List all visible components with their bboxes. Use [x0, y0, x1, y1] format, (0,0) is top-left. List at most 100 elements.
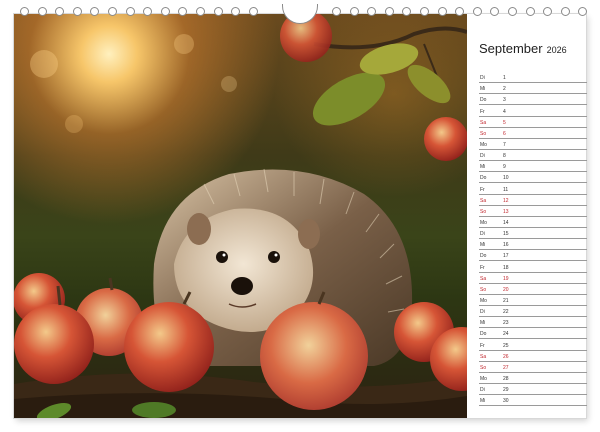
- day-number: 23: [503, 320, 509, 327]
- day-of-week: Di: [480, 309, 485, 316]
- day-row: So 13: [479, 206, 587, 217]
- day-number: 8: [503, 153, 506, 160]
- day-row: So 27: [479, 362, 587, 373]
- day-row: Mi 9: [479, 161, 587, 173]
- calendar-header: September 2026: [479, 40, 567, 58]
- day-row: Sa 19: [479, 273, 587, 284]
- day-of-week: So: [480, 364, 487, 371]
- day-number: 30: [503, 398, 509, 405]
- binding-hole: [473, 7, 482, 16]
- day-of-week: Mo: [480, 375, 487, 382]
- day-of-week: Do: [480, 253, 487, 260]
- day-of-week: Mo: [480, 141, 487, 148]
- binding-hole: [38, 7, 47, 16]
- year-label: 2026: [546, 45, 567, 55]
- day-row: Do 3: [479, 94, 587, 106]
- day-number: 24: [503, 331, 509, 338]
- photo-illustration: [14, 14, 467, 418]
- binding-hole: [196, 7, 205, 16]
- spiral-binding: [0, 0, 600, 24]
- day-number: 25: [503, 342, 509, 349]
- day-of-week: Di: [480, 387, 485, 394]
- day-row: Mo 7: [479, 139, 587, 150]
- binding-hole: [20, 7, 29, 16]
- day-row: Mo 28: [479, 373, 587, 384]
- day-of-week: Do: [480, 97, 487, 104]
- binding-hole: [332, 7, 341, 16]
- day-row: Mi 2: [479, 83, 587, 95]
- day-of-week: Mo: [480, 297, 487, 304]
- day-number: 3: [503, 97, 506, 104]
- day-of-week: Di: [480, 75, 485, 82]
- day-row: Di 8: [479, 150, 587, 162]
- day-of-week: Di: [480, 153, 485, 160]
- day-row: Mo 21: [479, 295, 587, 306]
- calendar-page: September 2026 Di 1 Mi 2 Do 3 Fr 4 Sa 5 So 6 Mo 7 Di 8 Mi…: [14, 14, 587, 418]
- binding-hole: [214, 7, 223, 16]
- binding-hole: [178, 7, 187, 16]
- day-row: Fr 25: [479, 339, 587, 351]
- day-of-week: So: [480, 286, 487, 293]
- binding-hole: [231, 7, 240, 16]
- binding-hole: [350, 7, 359, 16]
- day-of-week: Sa: [480, 119, 487, 126]
- day-row: So 6: [479, 128, 587, 139]
- day-number: 2: [503, 86, 506, 93]
- day-number: 28: [503, 375, 509, 382]
- day-number: 12: [503, 197, 509, 204]
- binding-hole: [385, 7, 394, 16]
- day-row: Do 17: [479, 250, 587, 262]
- binding-hole: [578, 7, 587, 16]
- day-row: So 20: [479, 284, 587, 295]
- day-row: Mi 16: [479, 239, 587, 251]
- day-number: 21: [503, 297, 509, 304]
- binding-hole: [490, 7, 499, 16]
- day-row: Mi 30: [479, 395, 587, 407]
- day-of-week: So: [480, 208, 487, 215]
- day-number: 15: [503, 231, 509, 238]
- day-row: Di 22: [479, 306, 587, 318]
- day-of-week: Sa: [480, 353, 487, 360]
- day-of-week: Fr: [480, 264, 485, 271]
- day-row: Do 24: [479, 328, 587, 340]
- binding-hole: [455, 7, 464, 16]
- binding-hole: [543, 7, 552, 16]
- day-row: Di 15: [479, 228, 587, 240]
- day-row: Sa 12: [479, 195, 587, 206]
- day-row: Fr 18: [479, 261, 587, 273]
- day-number: 20: [503, 286, 509, 293]
- binding-hole: [249, 7, 258, 16]
- day-of-week: Do: [480, 175, 487, 182]
- day-number: 7: [503, 141, 506, 148]
- day-number: 1: [503, 75, 506, 82]
- day-of-week: Do: [480, 331, 487, 338]
- binding-hole: [143, 7, 152, 16]
- binding-hole: [402, 7, 411, 16]
- binding-hole: [108, 7, 117, 16]
- binding-hole: [561, 7, 570, 16]
- day-number: 17: [503, 253, 509, 260]
- day-list: Di 1 Mi 2 Do 3 Fr 4 Sa 5 So 6 Mo 7 Di 8 Mi 9 Do 10 Fr 11 Sa 12 S…: [479, 72, 587, 407]
- day-row: Sa 5: [479, 117, 587, 128]
- day-of-week: Di: [480, 231, 485, 238]
- day-row: Mi 23: [479, 317, 587, 329]
- day-of-week: Mo: [480, 219, 487, 226]
- binding-hole: [90, 7, 99, 16]
- binding-hole: [161, 7, 170, 16]
- day-number: 10: [503, 175, 509, 182]
- day-number: 4: [503, 108, 506, 115]
- day-of-week: Fr: [480, 108, 485, 115]
- day-of-week: Mi: [480, 398, 486, 405]
- binding-hole: [420, 7, 429, 16]
- day-row: Fr 11: [479, 183, 587, 195]
- day-row: Sa 26: [479, 351, 587, 362]
- binding-hole: [55, 7, 64, 16]
- day-row: Mo 14: [479, 217, 587, 228]
- day-number: 11: [503, 186, 509, 193]
- day-row: Di 1: [479, 72, 587, 84]
- day-number: 18: [503, 264, 509, 271]
- binding-hole: [367, 7, 376, 16]
- day-number: 6: [503, 130, 506, 137]
- day-row: Do 10: [479, 172, 587, 184]
- day-number: 9: [503, 164, 506, 171]
